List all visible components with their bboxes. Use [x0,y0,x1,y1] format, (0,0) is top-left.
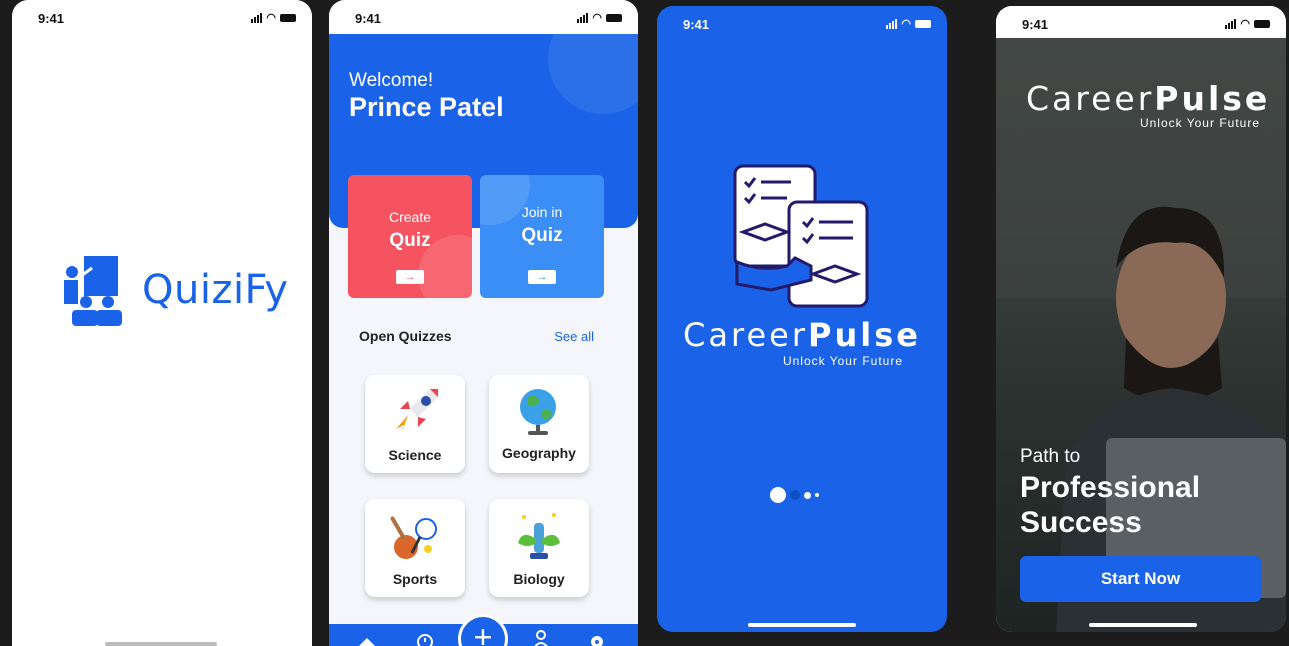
wifi-icon: ◠ [901,18,911,30]
brand-light: Career [1026,79,1155,118]
career-documents-logo-icon [733,164,869,308]
home-indicator [105,642,217,646]
home-indicator [1089,623,1197,627]
brand-light: Career [683,316,808,354]
status-time: 9:41 [355,11,382,26]
headline: Professional Success [1020,471,1201,539]
loading-indicator [770,487,819,503]
join-quiz-line1: Join in [521,204,563,220]
wifi-icon: ◠ [592,12,602,24]
create-quiz-line2: Quiz [389,230,431,251]
home-icon[interactable] [355,634,379,646]
category-label: Geography [502,445,576,461]
status-icons: ◠ [251,11,296,24]
status-bar: 9:41 ◠ [657,6,947,40]
category-biology[interactable]: Biology [489,499,589,597]
loading-dot [790,490,800,500]
battery-icon [606,13,622,22]
user-name: Prince Patel [349,92,504,122]
arrow-right-icon[interactable]: → [396,270,424,284]
tagline: Unlock Your Future [782,354,903,368]
section-title: Open Quizzes [359,328,452,344]
teacher-icon [64,256,122,326]
see-all-link[interactable]: See all [554,329,594,344]
category-science[interactable]: Science [365,375,465,473]
quizify-splash-screen: 9:41 ◠ QuiziFy [12,0,312,646]
careerpulse-splash-screen: 9:41 ◠ CareerPulse Unlock Your Future [657,6,947,632]
signal-icon [251,12,263,23]
plant-icon [518,513,560,559]
quizify-logo-text: QuiziFy [142,267,289,313]
brand-bold: Pulse [807,316,921,354]
status-time: 9:41 [1022,17,1049,32]
settings-icon[interactable] [587,632,607,646]
status-time: 9:41 [683,17,710,32]
tagline: Unlock Your Future [1139,116,1260,130]
status-bar: 9:41 ◠ [12,0,312,34]
category-label: Sports [392,571,438,587]
category-sports[interactable]: Sports [365,499,465,597]
wifi-icon: ◠ [266,12,276,24]
brand-bold: Pulse [1154,79,1271,118]
quizify-logo: QuiziFy [62,254,289,326]
profile-icon[interactable] [532,630,550,646]
careerpulse-brand: CareerPulse [1026,79,1270,118]
start-now-button[interactable]: Start Now [1020,556,1261,602]
history-icon[interactable] [415,632,435,646]
careerpulse-brand: CareerPulse [657,316,947,354]
status-bar: 9:41 ◠ [329,0,638,34]
status-icons: ◠ [577,11,622,24]
category-label: Science [388,447,442,463]
signal-icon [1225,18,1237,29]
create-quiz-line1: Create [388,209,432,225]
loading-dot [770,487,786,503]
battery-icon [280,13,296,22]
create-quiz-card[interactable]: Create Quiz → [348,175,472,298]
quiz-dashboard-screen: 9:41 ◠ Welcome! Prince Patel Create Quiz… [329,0,638,646]
join-quiz-line2: Quiz [521,225,563,246]
header-decoration [548,34,638,114]
signal-icon [886,18,898,29]
path-to-text: Path to [1020,446,1081,467]
welcome-text: Welcome! [349,70,434,91]
join-quiz-card[interactable]: Join in Quiz → [480,175,604,298]
battery-icon [1254,19,1270,28]
status-time: 9:41 [38,11,65,26]
status-bar: 9:41 ◠ [996,6,1286,40]
wifi-icon: ◠ [1240,18,1250,30]
globe-icon [520,389,556,435]
loading-dot [815,493,819,497]
arrow-right-icon[interactable]: → [528,270,556,284]
status-icons: ◠ [886,17,931,30]
category-label: Biology [513,571,565,587]
loading-dot [804,491,811,499]
signal-icon [577,12,589,23]
home-indicator [748,623,856,627]
battery-icon [915,19,931,28]
status-icons: ◠ [1225,17,1270,30]
rocket-icon [396,389,438,433]
add-quiz-button[interactable]: + [458,614,508,646]
sports-icon [390,516,437,559]
careerpulse-onboarding-screen: 9:41 ◠ CareerPulse Unlock Your Future Pa… [996,6,1286,632]
category-geography[interactable]: Geography [489,375,589,473]
